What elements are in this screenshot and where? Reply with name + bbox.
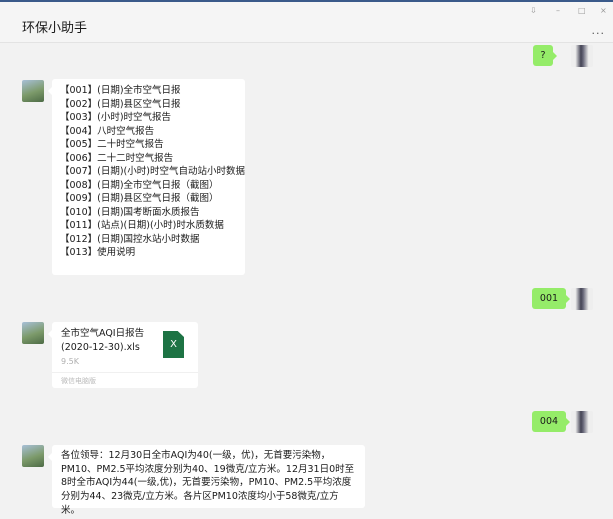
maximize-button[interactable]: □ [578,6,586,15]
excel-file-icon: X [163,331,184,358]
menu-item: 【010】(日期)国考断面水质报告 [60,206,200,218]
menu-item: 【005】二十时空气报告 [60,139,164,150]
menu-item: 【007】(日期)(小时)时空气自动站小时数据 [60,166,245,177]
menu-item: 【013】使用说明 [60,247,136,258]
pin-icon[interactable]: ⇩ [530,6,537,15]
bot-avatar[interactable] [22,445,44,467]
message-bubble-sent: ? [533,45,557,66]
menu-message: 【001】(日期)全市空气日报 【002】(日期)县区空气日报 【003】(小时)时… [48,79,245,275]
menu-item: 【008】(日期)全市空气日报（截图） [60,179,219,191]
file-message[interactable]: 全市空气AQI日报告(2020-12-30).xls 9.5K X 微信电脑版 [48,322,198,389]
message-bubble-sent: 004 [532,411,570,432]
close-button[interactable]: × [600,6,607,15]
chat-title: 环保小助手 [22,21,88,36]
menu-item: 【006】二十二时空气报告 [60,152,174,164]
bot-avatar[interactable] [22,322,44,344]
more-options-button[interactable]: ... [592,24,606,37]
menu-item: 【011】(站点)(日期)(小时)时水质数据 [60,220,224,231]
bot-avatar[interactable] [22,80,44,102]
message-bubble-sent: 001 [532,288,570,309]
my-avatar[interactable] [571,288,593,310]
menu-item: 【004】八时空气报告 [60,125,155,137]
menu-item: 【002】(日期)县区空气日报 [60,98,181,110]
file-name: 全市空气AQI日报告(2020-12-30).xls [61,328,145,353]
report-message: 各位领导：12月30日全市AQI为40(一级，优)，无首要污染物，PM10、PM… [48,445,365,516]
my-avatar[interactable] [571,411,593,433]
menu-item: 【001】(日期)全市空气日报 [60,85,181,96]
my-avatar[interactable] [571,45,593,67]
menu-item: 【003】(小时)时空气报告 [60,112,172,123]
menu-item: 【012】(日期)国控水站小时数据 [60,233,200,245]
file-size: 9.5K [61,357,79,366]
menu-item: 【009】(日期)县区空气日报（截图） [60,193,219,204]
chat-header: 环保小助手 ⇩ – □ × ... [0,2,613,43]
minimize-button[interactable]: – [556,6,560,15]
file-source: 微信电脑版 [52,372,198,389]
